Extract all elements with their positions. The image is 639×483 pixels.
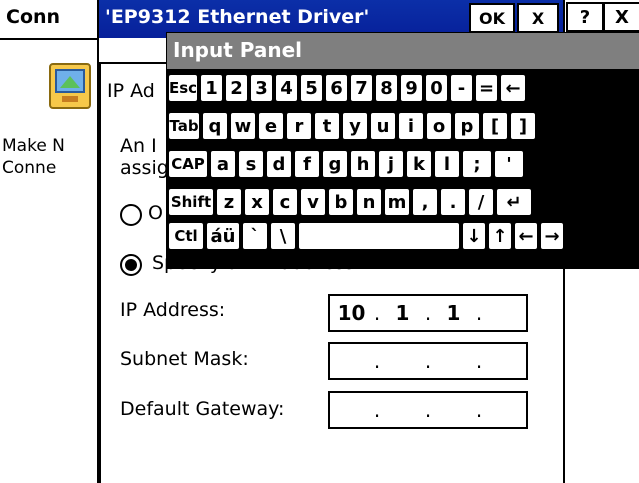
key-j[interactable]: j [378,150,404,178]
key-left-bracket[interactable]: [ [482,112,508,140]
key-escape[interactable]: Esc [168,74,198,102]
radio-obtain-ip[interactable] [120,204,142,226]
key-2[interactable]: 2 [225,74,248,102]
key-enter[interactable]: ↵ [496,188,532,216]
key-b[interactable]: b [328,188,354,216]
key-7[interactable]: 7 [350,74,373,102]
make-connection-label-line2[interactable]: Conne [2,158,56,178]
key-1[interactable]: 1 [200,74,223,102]
subnet-dot: . [424,349,432,373]
background-window-title: Conn [6,6,61,28]
radio-selected-dot [125,259,137,271]
key-left-arrow[interactable]: ← [514,222,538,250]
key-backspace[interactable]: ← [500,74,526,102]
ip-dot: . [424,301,432,325]
ip-address-field[interactable]: 10 . 1 . 1 . [328,294,528,332]
input-panel-title: Input Panel [173,38,303,62]
key-caps-lock[interactable]: CAP [168,150,208,178]
key-q[interactable]: q [202,112,228,140]
key-9[interactable]: 9 [400,74,423,102]
dialog-title: 'EP9312 Ethernet Driver' [105,6,370,28]
key-m[interactable]: m [384,188,410,216]
key-backslash[interactable]: \ [270,222,296,250]
key-period[interactable]: . [440,188,466,216]
key-space[interactable] [298,222,460,250]
key-a[interactable]: a [210,150,236,178]
subnet-mask-field[interactable]: . . . [328,342,528,380]
key-3[interactable]: 3 [250,74,273,102]
help-button[interactable]: ? [566,2,604,32]
key-h[interactable]: h [350,150,376,178]
key-6[interactable]: 6 [325,74,348,102]
key-semicolon[interactable]: ; [462,150,492,178]
key-5[interactable]: 5 [300,74,323,102]
ip-dot: . [373,301,381,325]
key-control[interactable]: Ctl [168,222,204,250]
key-g[interactable]: g [322,150,348,178]
input-panel-titlebar[interactable]: Input Panel [167,33,639,69]
key-backtick[interactable]: ` [242,222,268,250]
key-f[interactable]: f [294,150,320,178]
ip-dot: . [475,301,483,325]
key-comma[interactable]: , [412,188,438,216]
key-up-arrow[interactable]: ↑ [488,222,512,250]
description-line1: An I [120,135,157,157]
key-s[interactable]: s [238,150,264,178]
key-z[interactable]: z [216,188,242,216]
key-shift[interactable]: Shift [168,188,214,216]
key-accents[interactable]: áü [206,222,240,250]
key-v[interactable]: v [300,188,326,216]
gateway-dot: . [475,398,483,422]
default-gateway-field[interactable]: . . . [328,391,528,429]
soft-keyboard: Esc 1 2 3 4 5 6 7 8 9 0- = ← Tab q w e r t y u i o p[] CAP a s d f g h… [167,70,639,268]
ip-octet-3: 1 [446,301,461,325]
key-0[interactable]: 0 [425,74,448,102]
subnet-dot: . [475,349,483,373]
subnet-mask-label: Subnet Mask: [120,348,249,370]
key-4[interactable]: 4 [275,74,298,102]
ip-address-label: IP Address: [120,299,226,321]
key-l[interactable]: l [434,150,460,178]
key-c[interactable]: c [272,188,298,216]
default-gateway-label: Default Gateway: [120,398,285,420]
gateway-dot: . [424,398,432,422]
key-t[interactable]: t [314,112,340,140]
network-connection-icon[interactable] [48,62,94,112]
key-right-arrow[interactable]: → [540,222,564,250]
radio-obtain-label: O [148,202,163,224]
make-connection-label[interactable]: Make N [2,136,65,156]
key-n[interactable]: n [356,188,382,216]
key-x[interactable]: x [244,188,270,216]
key-quote[interactable]: ' [494,150,524,178]
key-i[interactable]: i [398,112,424,140]
key-down-arrow[interactable]: ↓ [462,222,486,250]
key-right-bracket[interactable]: ] [510,112,536,140]
key-tab[interactable]: Tab [168,112,200,140]
key-equals[interactable]: = [475,74,498,102]
tab-ip-address[interactable]: IP Ad [107,80,155,102]
dialog-close-button[interactable]: X [517,3,559,33]
ip-octet-2: 1 [395,301,410,325]
key-p[interactable]: p [454,112,480,140]
close-button[interactable]: X [603,2,639,32]
gateway-dot: . [373,398,381,422]
key-slash[interactable]: / [468,188,494,216]
key-o[interactable]: o [426,112,452,140]
radio-specify-ip[interactable] [120,254,142,276]
ok-button[interactable]: OK [469,3,515,33]
key-e[interactable]: e [258,112,284,140]
key-r[interactable]: r [286,112,312,140]
description-line2: assig [120,157,169,179]
key-k[interactable]: k [406,150,432,178]
key-d[interactable]: d [266,150,292,178]
key-y[interactable]: y [342,112,368,140]
key-u[interactable]: u [370,112,396,140]
key-w[interactable]: w [230,112,256,140]
ip-octet-1: 10 [337,301,366,325]
key-8[interactable]: 8 [375,74,398,102]
subnet-dot: . [373,349,381,373]
key-minus[interactable]: - [450,74,473,102]
